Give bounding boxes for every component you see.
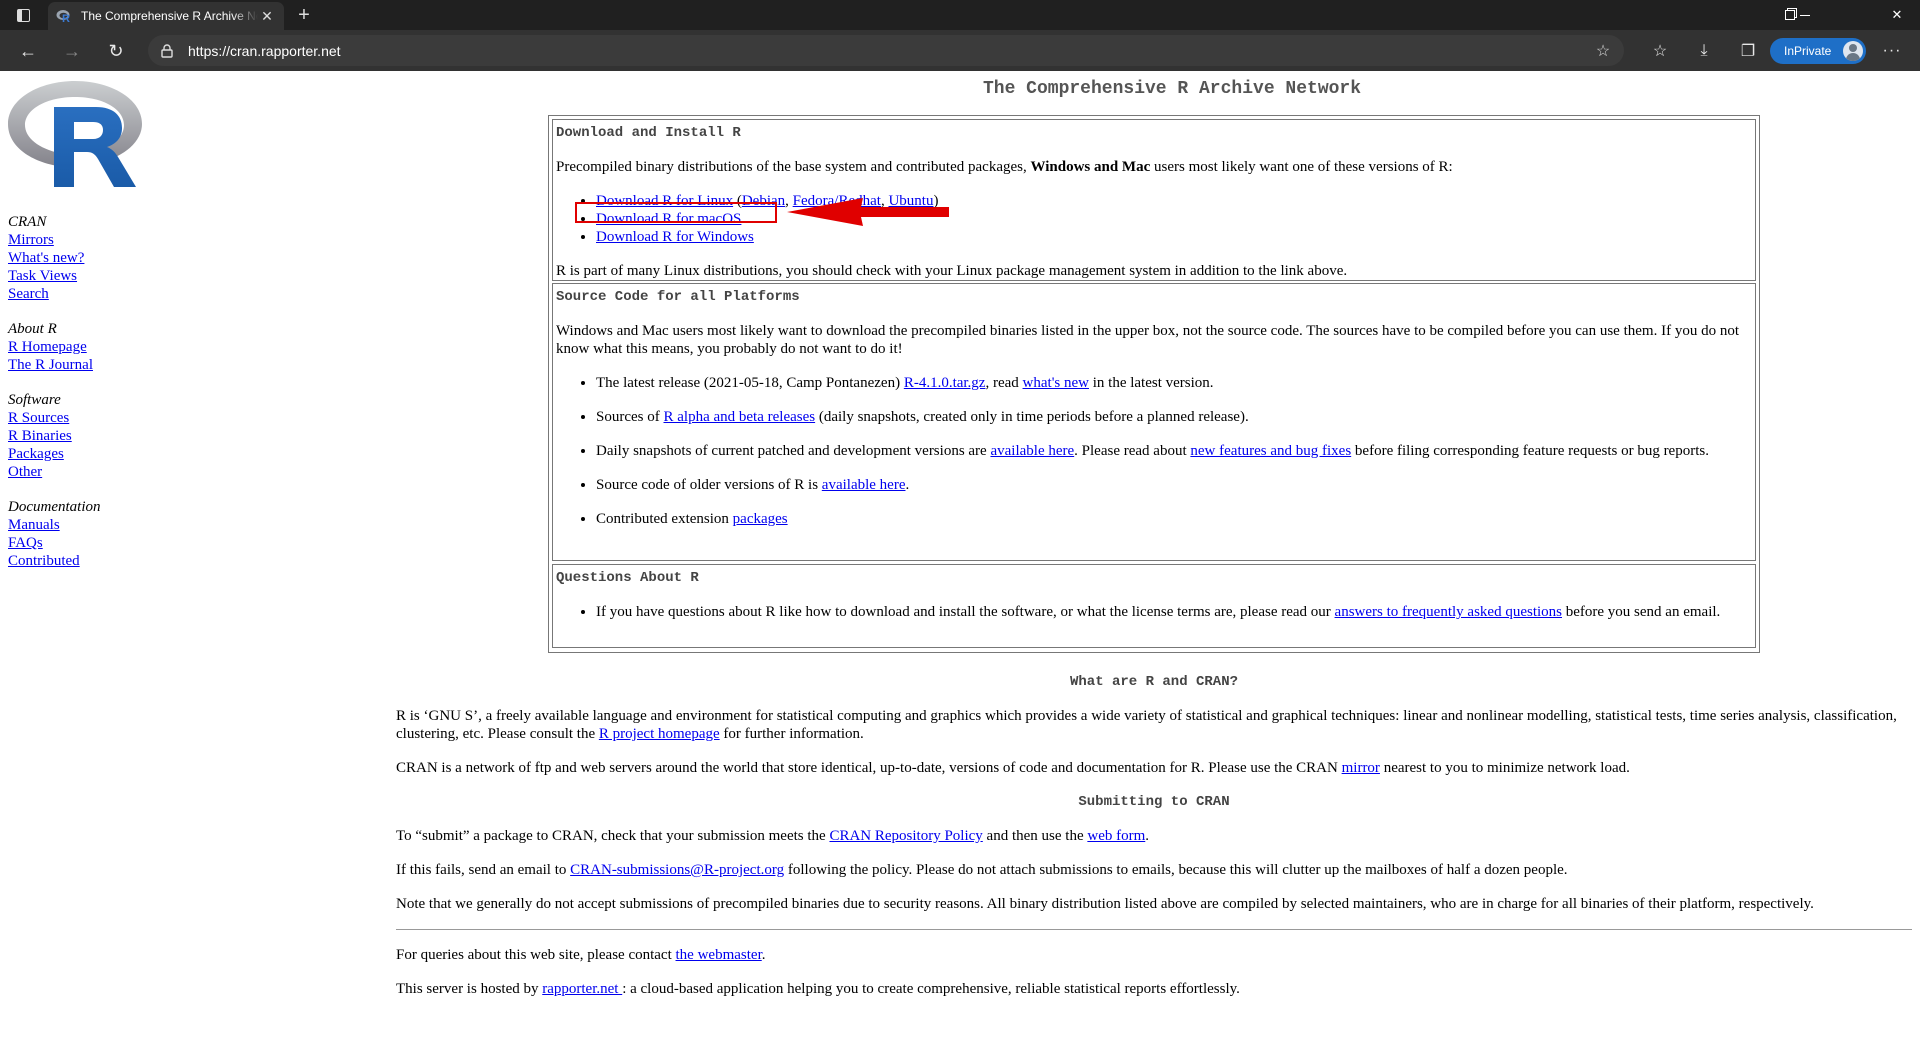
list-item: Daily snapshots of current patched and d… (596, 442, 1752, 460)
list-item: Source code of older versions of R is av… (596, 476, 1752, 494)
list-item: Download R for Windows (596, 228, 1752, 246)
refresh-icon[interactable]: ↻ (100, 36, 132, 66)
sidebar-link-contributed[interactable]: Contributed (8, 552, 148, 570)
sidebar-heading: Software (8, 392, 61, 408)
submit-paragraph-2: If this fails, send an email to CRAN-sub… (396, 862, 1568, 878)
sidebar-link-faqs[interactable]: FAQs (8, 534, 148, 552)
about-section: What are R and CRAN? R is ‘GNU S’, a fre… (396, 673, 1912, 1014)
sidebar-link-r-homepage[interactable]: R Homepage (8, 338, 148, 356)
mirror-link[interactable]: mirror (1342, 760, 1380, 776)
highlight-box (575, 202, 777, 223)
faq-link[interactable]: answers to frequently asked questions (1335, 604, 1562, 620)
daily-snapshots-link[interactable]: available here (990, 443, 1074, 459)
title-bar: R The Comprehensive R Archive Network ✕ … (0, 0, 1920, 30)
red-arrow-icon (787, 198, 949, 226)
browser-tab[interactable]: R The Comprehensive R Archive Network ✕ (48, 2, 284, 30)
sidebar-link-other[interactable]: Other (8, 463, 148, 481)
sidebar-link-manuals[interactable]: Manuals (8, 516, 148, 534)
sidebar-heading: About R (8, 321, 57, 337)
lock-icon[interactable] (152, 43, 182, 58)
inprivate-label: InPrivate (1784, 44, 1832, 58)
older-versions-link[interactable]: available here (822, 477, 906, 493)
source-intro: Windows and Mac users most likely want t… (556, 323, 1739, 357)
download-windows-link[interactable]: Download R for Windows (596, 229, 754, 245)
web-form-link[interactable]: web form (1087, 828, 1145, 844)
what-heading: What are R and CRAN? (1069, 674, 1239, 690)
sidebar-link-r-sources[interactable]: R Sources (8, 409, 148, 427)
rapporter-link[interactable]: rapporter.net (542, 981, 622, 997)
svg-text:R: R (62, 13, 70, 24)
questions-list: If you have questions about R like how t… (556, 603, 1752, 621)
r-project-homepage-link[interactable]: R project homepage (599, 726, 720, 742)
cran-favicon-icon: R (56, 8, 72, 24)
web-page: CRAN Mirrors What's new? Task Views Search Ab… (0, 71, 1920, 1040)
webmaster-link[interactable]: the webmaster (676, 947, 762, 963)
questions-heading: Questions About R (556, 570, 699, 586)
download-box: Download and Install R Precompiled binar… (552, 119, 1756, 281)
tab-actions-icon[interactable] (8, 4, 38, 26)
sidebar-group-about-r: About RR Homepage The R Journal (8, 320, 148, 374)
footer-paragraph-1: For queries about this web site, please … (396, 947, 766, 963)
new-tab-icon[interactable]: + (292, 4, 316, 26)
new-features-link[interactable]: new features and bug fixes (1190, 443, 1351, 459)
sidebar-link-search[interactable]: Search (8, 285, 148, 303)
sidebar-heading: CRAN (8, 214, 47, 230)
linux-note: R is part of many Linux distributions, y… (556, 263, 1348, 279)
submit-paragraph-1: To “submit” a package to CRAN, check tha… (396, 828, 1150, 844)
sidebar-link-mirrors[interactable]: Mirrors (8, 231, 148, 249)
r-logo[interactable] (8, 79, 142, 189)
divider (396, 929, 1912, 930)
back-icon[interactable]: ← (12, 36, 44, 66)
sidebar-link-packages[interactable]: Packages (8, 445, 148, 463)
whats-new-link[interactable]: what's new (1023, 375, 1089, 391)
inprivate-button[interactable]: InPrivate (1770, 38, 1866, 64)
downloads-icon[interactable]: ⤓ (1682, 35, 1726, 66)
download-heading: Download and Install R (556, 125, 741, 141)
list-item: Contributed extension packages (596, 510, 1752, 528)
browser-toolbar: ← → ↻ https://cran.rapporter.net ☆ ☆ ⤓ ❐… (0, 30, 1920, 71)
page-title: The Comprehensive R Archive Network (982, 79, 1362, 99)
source-heading: Source Code for all Platforms (556, 289, 800, 305)
forward-icon[interactable]: → (56, 36, 88, 66)
info-frame: Download and Install R Precompiled binar… (548, 115, 1760, 653)
sidebar-link-task-views[interactable]: Task Views (8, 267, 148, 285)
download-intro: Precompiled binary distributions of the … (556, 159, 1453, 175)
source-list: The latest release (2021-05-18, Camp Pon… (556, 374, 1752, 528)
what-paragraph-2: CRAN is a network of ftp and web servers… (396, 760, 1630, 776)
footer-paragraph-2: This server is hosted by rapporter.net :… (396, 981, 1240, 997)
sidebar: CRAN Mirrors What's new? Task Views Search Ab… (8, 79, 148, 587)
sidebar-group-software: Software R Sources R Binaries Packages Other (8, 391, 148, 481)
maximize-icon[interactable] (1785, 0, 1874, 30)
url-text[interactable]: https://cran.rapporter.net (188, 43, 341, 59)
latest-release-link[interactable]: R-4.1.0.tar.gz (904, 375, 986, 391)
submit-paragraph-3: Note that we generally do not accept sub… (396, 896, 1814, 912)
avatar (1843, 41, 1863, 61)
add-favorite-icon[interactable]: ☆ (1592, 40, 1614, 62)
submissions-email-link[interactable]: CRAN-submissions@R-project.org (570, 862, 784, 878)
sidebar-link-what-s-new[interactable]: What's new? (8, 249, 148, 267)
list-item: If you have questions about R like how t… (596, 603, 1752, 621)
sidebar-heading: Documentation (8, 499, 101, 515)
sidebar-group-documentation: Documentation Manuals FAQs Contributed (8, 498, 148, 570)
packages-link[interactable]: packages (733, 511, 788, 527)
sidebar-link-r-binaries[interactable]: R Binaries (8, 427, 148, 445)
sidebar-link-the-r-journal[interactable]: The R Journal (8, 356, 148, 374)
repository-policy-link[interactable]: CRAN Repository Policy (829, 828, 982, 844)
collections-icon[interactable]: ❐ (1726, 35, 1770, 66)
close-icon[interactable]: ✕ (1874, 0, 1920, 30)
source-box: Source Code for all Platforms Windows an… (552, 283, 1756, 561)
alpha-beta-link[interactable]: R alpha and beta releases (664, 409, 816, 425)
list-item: The latest release (2021-05-18, Camp Pon… (596, 374, 1752, 392)
questions-box: Questions About R If you have questions … (552, 564, 1756, 648)
favorites-icon[interactable]: ☆ (1638, 35, 1682, 66)
tab-title: The Comprehensive R Archive Network (81, 9, 258, 23)
sidebar-group-cran: CRAN Mirrors What's new? Task Views Search (8, 213, 148, 303)
what-paragraph-1: R is ‘GNU S’, a freely available languag… (396, 708, 1897, 742)
tab-close-icon[interactable]: ✕ (258, 7, 276, 25)
list-item: Sources of R alpha and beta releases (da… (596, 408, 1752, 426)
address-bar[interactable]: https://cran.rapporter.net ☆ (148, 35, 1624, 66)
submit-heading: Submitting to CRAN (1078, 794, 1230, 810)
more-icon[interactable]: ··· (1874, 36, 1910, 66)
